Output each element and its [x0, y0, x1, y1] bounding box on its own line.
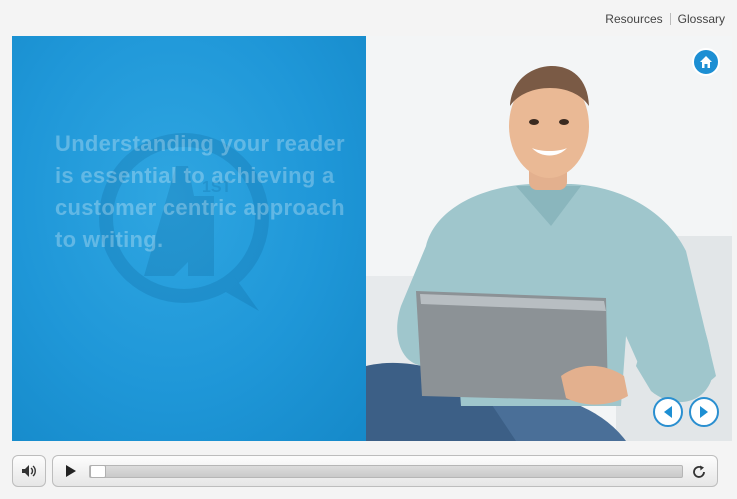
slide-image-panel — [366, 36, 732, 441]
link-divider — [669, 13, 671, 25]
slide-headline: Understanding your reader is essential t… — [55, 131, 345, 252]
play-button[interactable] — [61, 463, 79, 479]
glossary-link[interactable]: Glossary — [678, 12, 725, 26]
top-bar: Resources Glossary — [0, 0, 737, 36]
next-slide-button[interactable] — [689, 397, 719, 427]
play-icon — [65, 465, 76, 477]
slide-stage: 1ST Understanding your reader is essenti… — [12, 36, 732, 441]
volume-icon — [22, 465, 36, 477]
previous-slide-button[interactable] — [653, 397, 683, 427]
arrow-right-icon — [700, 406, 708, 418]
progress-track[interactable] — [89, 465, 683, 478]
man-with-laptop-image — [366, 36, 732, 441]
slide-text-panel: 1ST Understanding your reader is essenti… — [12, 36, 366, 441]
home-icon — [700, 56, 712, 68]
volume-button[interactable] — [12, 455, 46, 487]
home-button[interactable] — [692, 48, 720, 76]
playback-bar — [52, 455, 718, 487]
progress-handle[interactable] — [90, 465, 106, 478]
resources-link[interactable]: Resources — [605, 12, 662, 26]
replay-icon — [693, 465, 705, 478]
arrow-left-icon — [664, 406, 672, 418]
player-controls — [0, 446, 737, 499]
top-links: Resources Glossary — [605, 12, 725, 26]
replay-button[interactable] — [690, 463, 708, 481]
